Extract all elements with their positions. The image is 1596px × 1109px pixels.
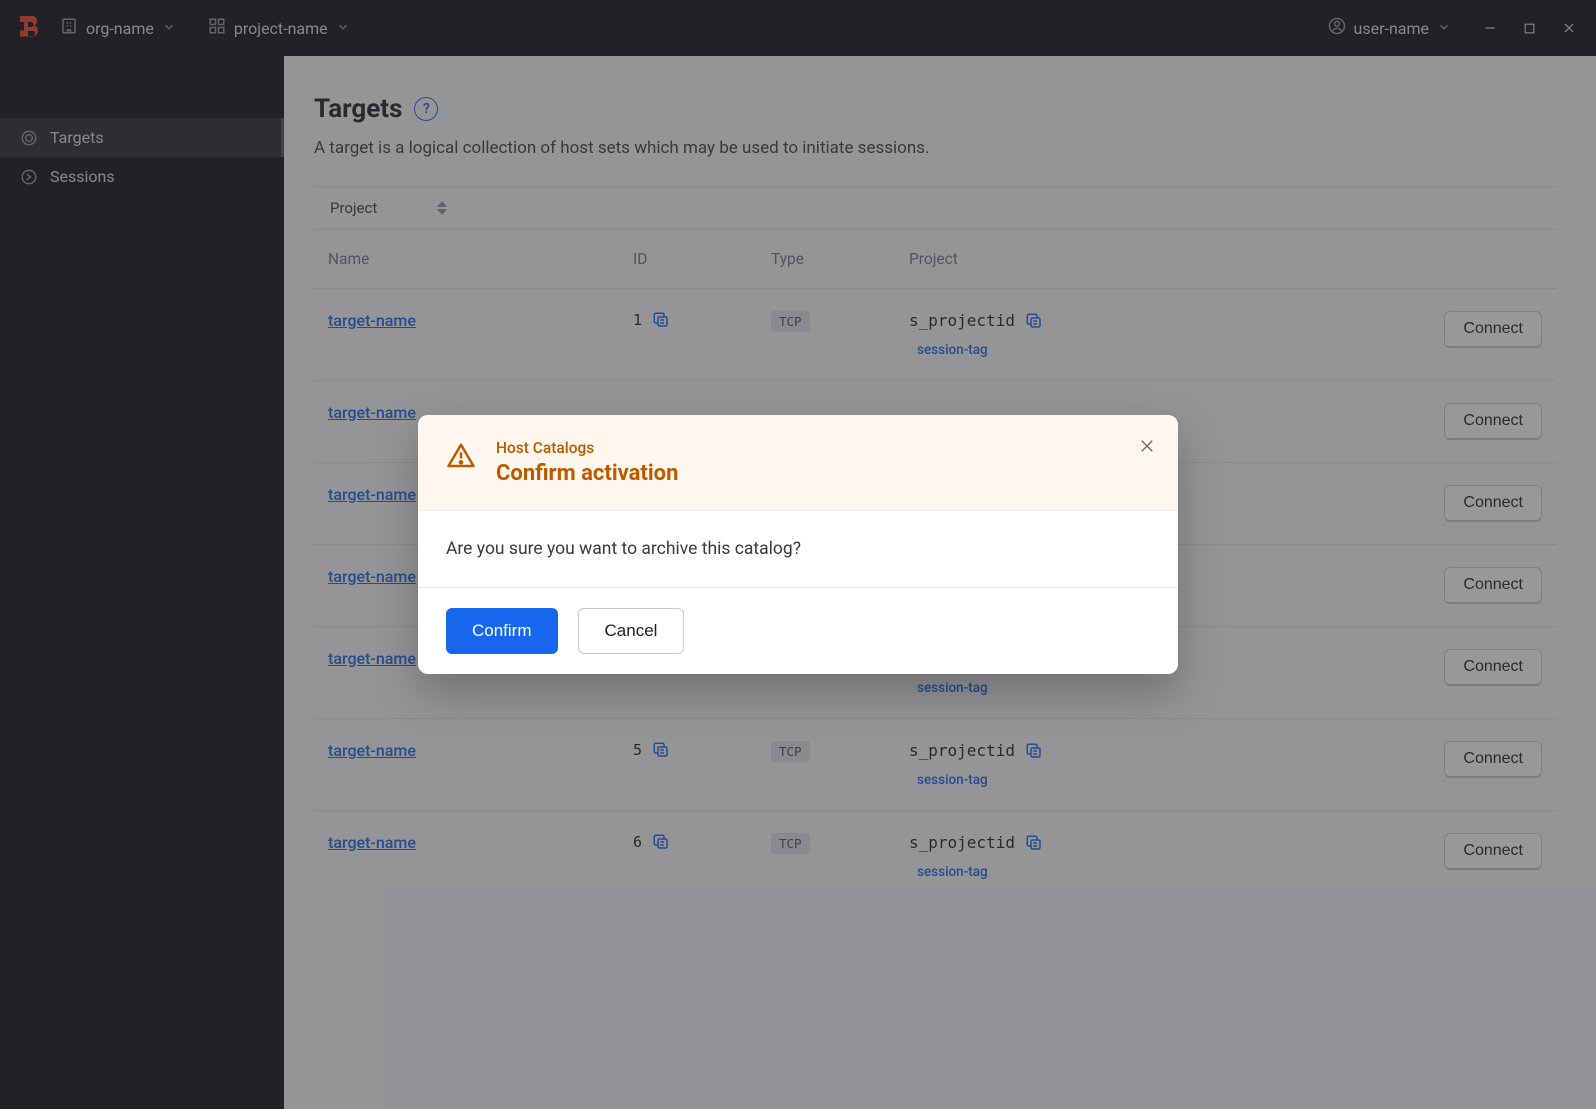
confirm-modal: Host Catalogs Confirm activation Are you… — [418, 415, 1178, 674]
modal-title: Confirm activation — [496, 461, 678, 486]
modal-overlay[interactable]: Host Catalogs Confirm activation Are you… — [0, 0, 1596, 1109]
modal-pretitle: Host Catalogs — [496, 439, 678, 457]
modal-body-text: Are you sure you want to archive this ca… — [418, 511, 1178, 587]
confirm-button[interactable]: Confirm — [446, 608, 558, 654]
warning-icon — [446, 441, 476, 486]
modal-close-button[interactable] — [1138, 437, 1156, 459]
cancel-button[interactable]: Cancel — [578, 608, 685, 654]
